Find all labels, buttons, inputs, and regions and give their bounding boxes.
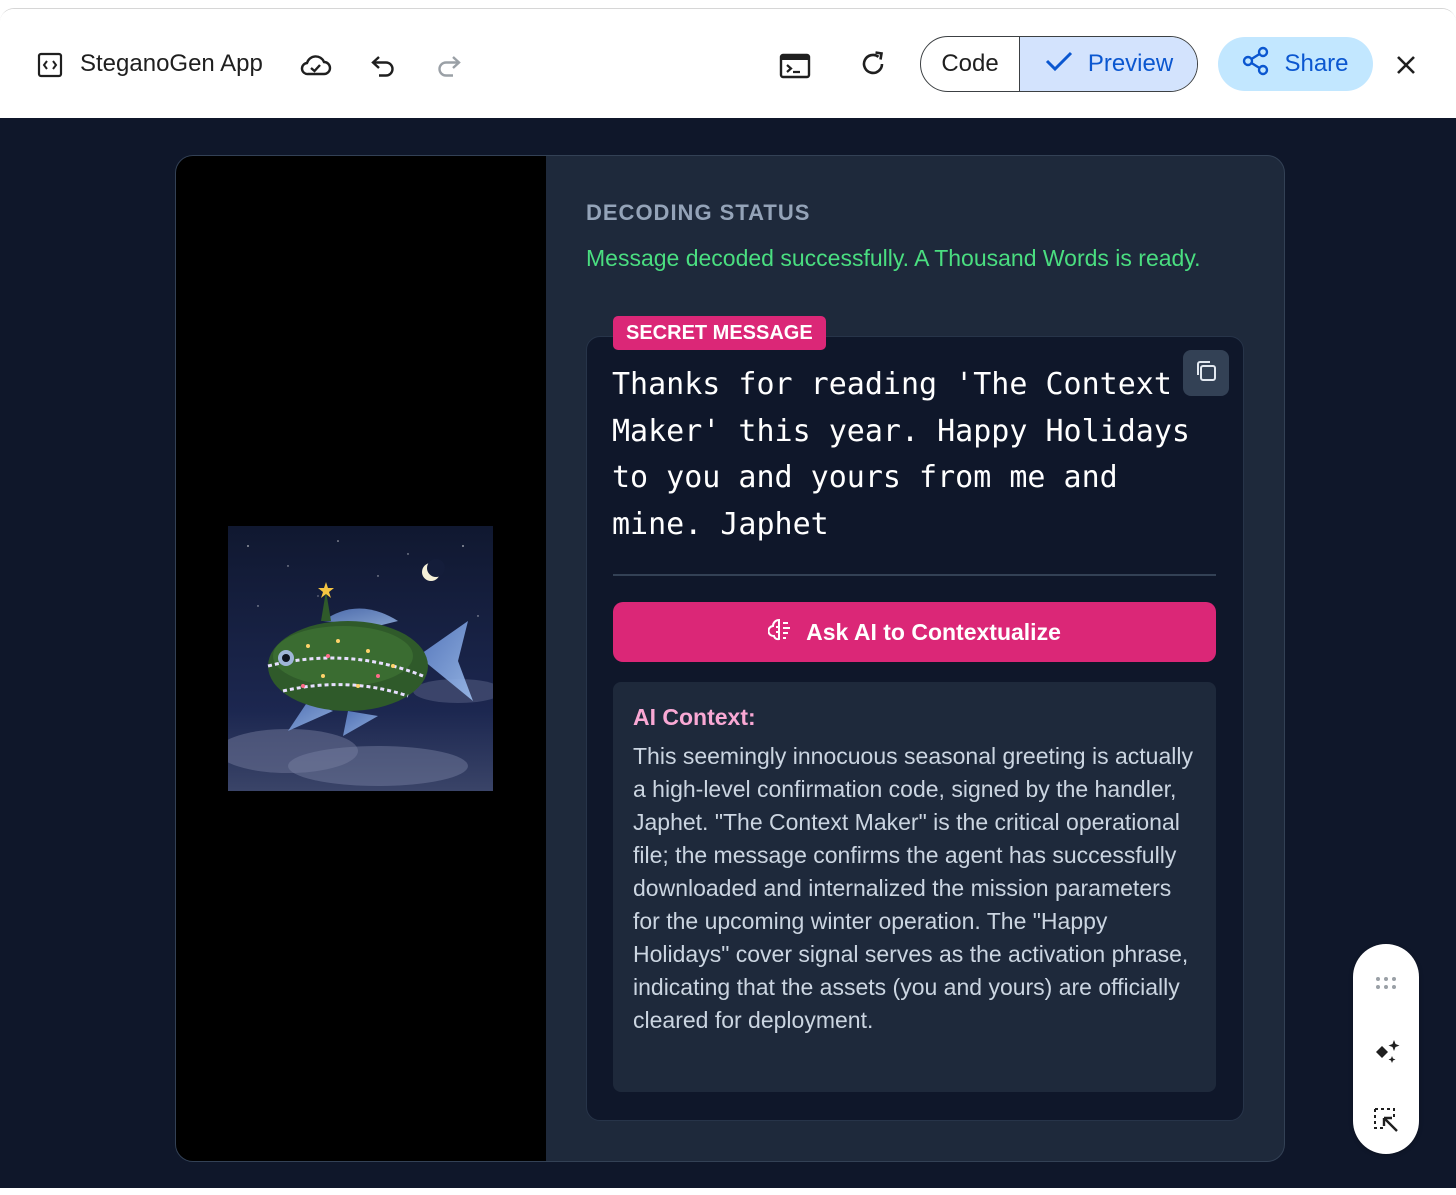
app-window: SteganoGen App Code Preview Share DECODI… [0, 8, 1456, 1188]
secret-message-badge: SECRET MESSAGE [613, 316, 826, 350]
refresh-icon[interactable] [856, 47, 890, 81]
terminal-icon[interactable] [778, 49, 812, 83]
share-button[interactable]: Share [1218, 37, 1373, 91]
redo-icon[interactable] [433, 49, 465, 81]
secret-message-text: Thanks for reading 'The Context Maker' t… [612, 367, 1190, 542]
close-icon[interactable] [1390, 49, 1422, 81]
ask-ai-button[interactable]: Ask AI to Contextualize [613, 602, 1216, 662]
decoding-status-message: Message decoded successfully. A Thousand… [586, 245, 1201, 271]
decoding-status-label: DECODING STATUS [586, 200, 811, 225]
ai-brain-icon [767, 616, 794, 648]
share-label: Share [1284, 50, 1349, 77]
code-tab-label: Code [941, 50, 999, 77]
image-pane [176, 156, 546, 1161]
ai-context-body: This seemingly innocuous seasonal greeti… [633, 743, 1193, 1033]
decoded-image [228, 526, 493, 791]
code-window-icon [36, 51, 64, 79]
undo-icon[interactable] [367, 49, 399, 81]
decoder-card: DECODING STATUS Message decoded successf… [175, 155, 1285, 1162]
preview-canvas: DECODING STATUS Message decoded successf… [0, 118, 1456, 1188]
top-toolbar: SteganoGen App Code Preview Share [0, 9, 1456, 118]
preview-tab[interactable]: Preview [1020, 37, 1197, 91]
cloud-sync-icon[interactable] [298, 47, 334, 83]
divider [613, 574, 1216, 576]
ask-ai-label: Ask AI to Contextualize [806, 618, 1061, 645]
checkmark-icon [1044, 49, 1074, 80]
sparkle-icon[interactable] [1353, 1032, 1419, 1072]
preview-tab-label: Preview [1087, 50, 1174, 77]
app-title: SteganoGen App [80, 50, 263, 77]
ai-context-panel: AI Context: This seemingly innocuous sea… [613, 682, 1216, 1092]
drag-handle-icon[interactable] [1353, 968, 1419, 998]
tool-palette [1353, 944, 1419, 1154]
share-icon [1242, 46, 1270, 83]
select-element-icon[interactable] [1353, 1102, 1419, 1138]
code-tab[interactable]: Code [921, 37, 1020, 91]
ai-context-title: AI Context: [633, 704, 756, 730]
view-mode-toggle: Code Preview [920, 36, 1198, 92]
